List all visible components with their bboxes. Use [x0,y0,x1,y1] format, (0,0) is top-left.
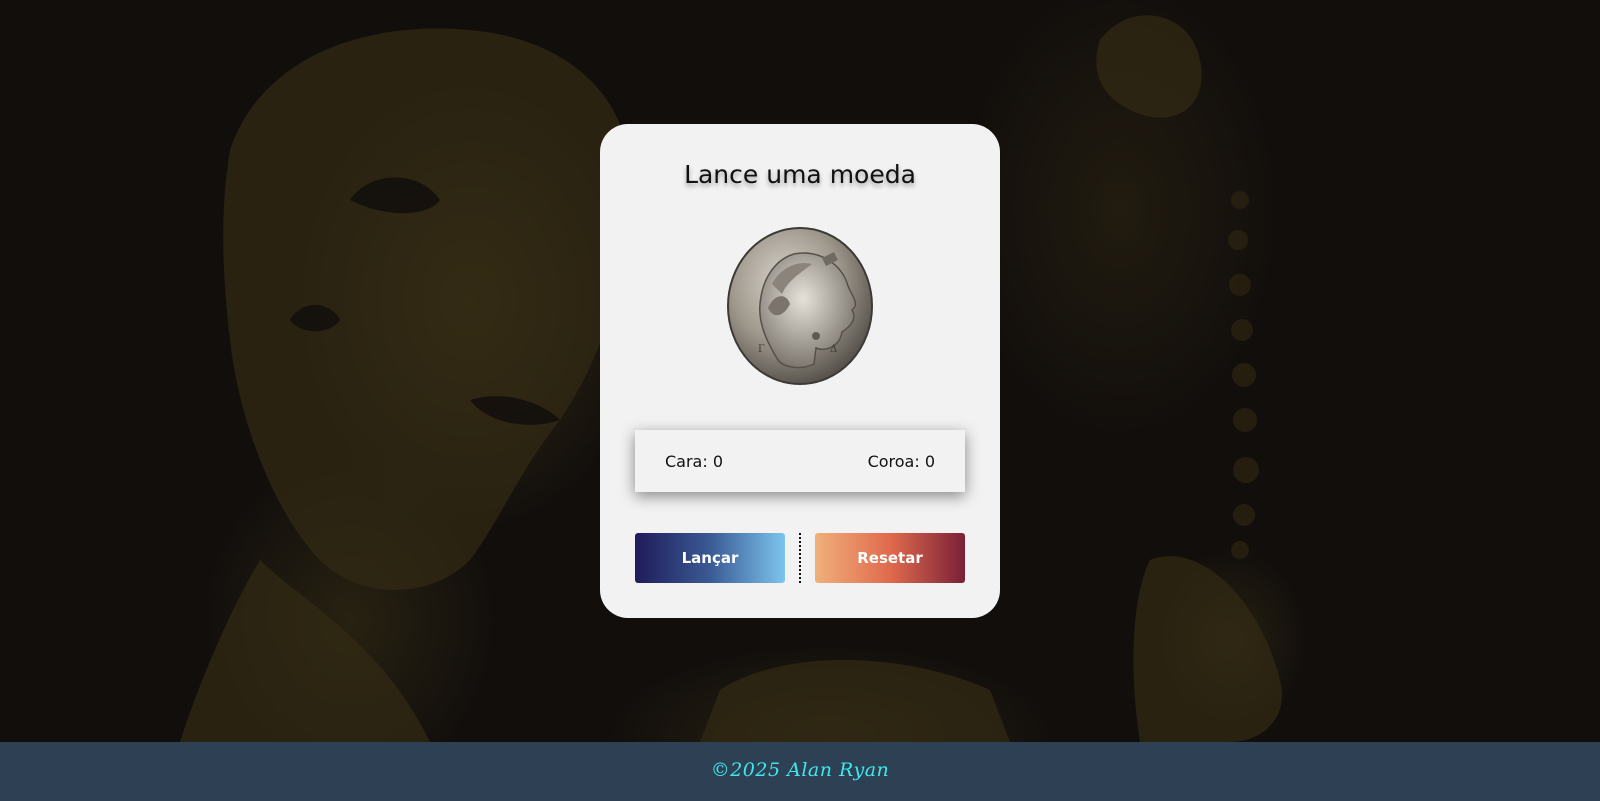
button-divider [799,533,801,583]
page-title: Lance uma moeda [684,160,916,189]
svg-text:Δ: Δ [830,344,837,355]
footer: ©2025 Alan Ryan [0,742,1600,801]
tails-count: Coroa: 0 [867,452,935,471]
heads-count: Cara: 0 [665,452,724,471]
footer-copyright: ©2025 Alan Ryan [710,759,890,781]
coin-image: Γ Δ [724,224,876,386]
flip-button[interactable]: Lançar [635,533,785,583]
svg-text:Γ: Γ [758,344,765,355]
reset-button[interactable]: Resetar [815,533,965,583]
coin-icon: Γ Δ [727,227,873,385]
coin-flip-card: Lance uma moeda Γ Δ Cara: 0 Coroa: 0 Lan… [600,124,1000,618]
scoreboard: Cara: 0 Coroa: 0 [635,430,965,492]
